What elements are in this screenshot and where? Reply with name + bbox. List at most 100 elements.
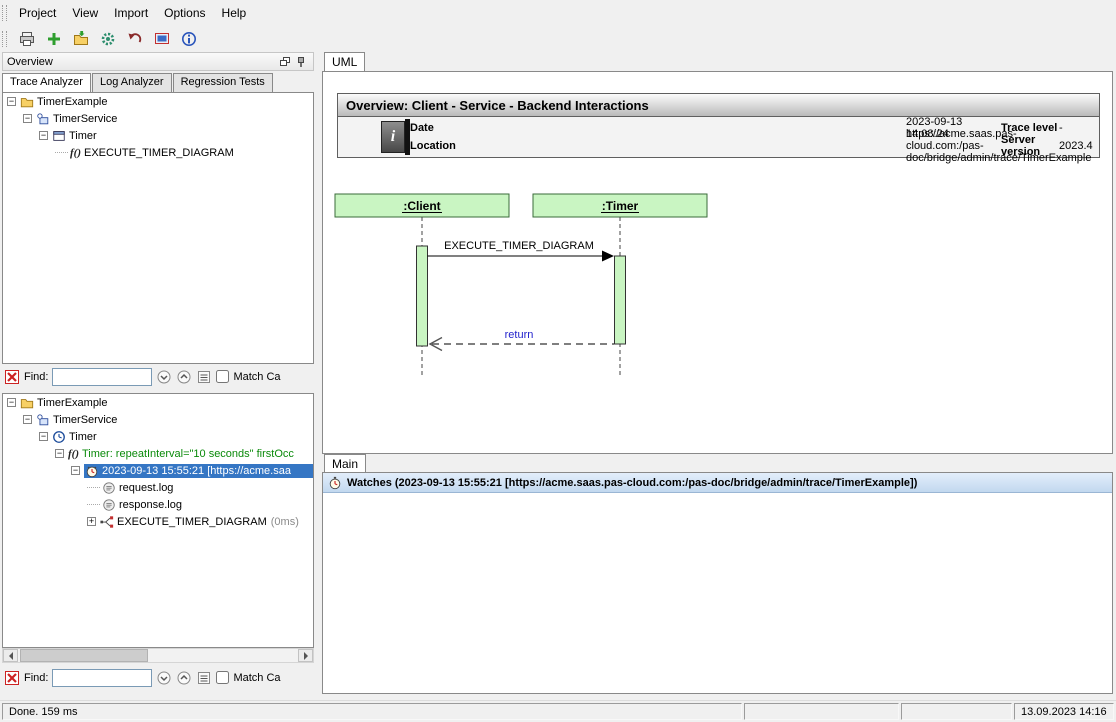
find-input[interactable]: [52, 669, 152, 687]
find-bar-1: Find: Match Ca: [2, 364, 314, 389]
find-next-button[interactable]: [156, 670, 172, 686]
tree-connector: [87, 504, 100, 505]
scrollbar-thumb[interactable]: [20, 649, 148, 662]
collapse-icon[interactable]: −: [55, 449, 64, 458]
tree-connector: [87, 487, 100, 488]
close-find-button[interactable]: [4, 670, 20, 686]
tree-item-timerservice[interactable]: − TimerService: [3, 110, 313, 127]
tree-item-timerexample[interactable]: − TimerExample: [3, 394, 313, 411]
tree-item-timerexample[interactable]: − TimerExample: [3, 93, 313, 110]
match-case-label: Match Ca: [233, 371, 280, 383]
chevron-down-circle-icon: [157, 671, 171, 685]
message-arrowhead: [602, 251, 614, 262]
collapse-icon[interactable]: −: [23, 114, 32, 123]
find-options-button[interactable]: [196, 369, 212, 385]
diagram-fork-icon: [100, 515, 114, 529]
tree-item-label: TimerService: [53, 113, 117, 125]
find-options-button[interactable]: [196, 670, 212, 686]
gear-icon: [100, 31, 116, 47]
export-view-button[interactable]: [150, 28, 173, 49]
find-prev-button[interactable]: [176, 670, 192, 686]
float-panel-button[interactable]: [277, 55, 293, 69]
service-tree[interactable]: − TimerExample − TimerService − Timer f(…: [2, 92, 314, 364]
tab-trace-analyzer[interactable]: Trace Analyzer: [2, 73, 91, 92]
status-cell-2: [744, 703, 899, 720]
watches-body[interactable]: [323, 494, 1112, 693]
close-find-button[interactable]: [4, 369, 20, 385]
tab-regression-tests[interactable]: Regression Tests: [173, 73, 273, 92]
horizontal-scrollbar[interactable]: [2, 648, 314, 663]
find-prev-button[interactable]: [176, 369, 192, 385]
dock-title: Overview: [7, 56, 277, 68]
find-next-button[interactable]: [156, 369, 172, 385]
tree-item-timer-trigger[interactable]: − f() Timer: repeatInterval="10 seconds"…: [3, 445, 313, 462]
screen-icon: [154, 31, 170, 47]
match-case-checkbox[interactable]: [216, 370, 229, 383]
collapse-icon[interactable]: −: [23, 415, 32, 424]
folder-icon: [20, 95, 34, 109]
tree-item-trace-timestamp[interactable]: − 2023-09-13 15:55:21 [https://acme.saa: [3, 462, 313, 479]
diagram-info-button[interactable]: i: [381, 121, 405, 153]
settings-button[interactable]: [96, 28, 119, 49]
activation-client[interactable]: [417, 246, 428, 346]
scroll-left-button[interactable]: [3, 649, 18, 662]
tree-item-timer[interactable]: − Timer: [3, 428, 313, 445]
status-message: Done. 159 ms: [9, 706, 77, 718]
watches-header: Watches (2023-09-13 15:55:21 [https://ac…: [323, 473, 1112, 493]
location-value: https://acme.saas.pas-cloud.com:/pas-doc…: [906, 128, 1001, 164]
sequence-diagram[interactable]: :Client :Timer EXECUTE_TIMER_DIAGRAM ret…: [333, 190, 733, 390]
collapse-icon[interactable]: −: [7, 398, 16, 407]
find-label: Find:: [24, 672, 48, 684]
collapse-icon[interactable]: −: [39, 131, 48, 140]
info-button[interactable]: [177, 28, 200, 49]
menu-view[interactable]: View: [64, 2, 106, 24]
tab-uml[interactable]: UML: [324, 52, 365, 71]
tree-item-timer[interactable]: − Timer: [3, 127, 313, 144]
add-button[interactable]: [42, 28, 65, 49]
match-case-checkbox[interactable]: [216, 671, 229, 684]
watches-title: Watches (2023-09-13 15:55:21 [https://ac…: [347, 477, 917, 489]
menu-project[interactable]: Project: [11, 2, 64, 24]
tab-log-analyzer[interactable]: Log Analyzer: [92, 73, 172, 92]
status-clock-cell: 13.09.2023 14:16: [1014, 703, 1114, 720]
tree-item-response-log[interactable]: response.log: [3, 496, 313, 513]
match-case-label: Match Ca: [233, 672, 280, 684]
pin-panel-button[interactable]: [293, 55, 309, 69]
expand-icon[interactable]: +: [87, 517, 96, 526]
find-input[interactable]: [52, 368, 152, 386]
selected-tree-item[interactable]: 2023-09-13 15:55:21 [https://acme.saa: [84, 464, 313, 478]
tree-item-execute-timer-diagram[interactable]: f() EXECUTE_TIMER_DIAGRAM: [3, 144, 313, 161]
tree-item-execute-timer-diagram[interactable]: + EXECUTE_TIMER_DIAGRAM (0ms): [3, 513, 313, 530]
undo-button[interactable]: [123, 28, 146, 49]
menu-import[interactable]: Import: [106, 2, 156, 24]
open-button[interactable]: [69, 28, 92, 49]
float-icon: [279, 56, 291, 68]
scrollbar-track[interactable]: [18, 649, 298, 662]
status-bar: Done. 159 ms 13.09.2023 14:16: [0, 700, 1116, 722]
activation-timer[interactable]: [615, 256, 626, 344]
tree-item-label: 2023-09-13 15:55:21 [https://acme.saa: [102, 465, 291, 477]
list-icon: [197, 370, 211, 384]
find-label: Find:: [24, 371, 48, 383]
tab-main[interactable]: Main: [324, 454, 366, 473]
trace-level-value: -: [1059, 122, 1099, 134]
collapse-icon[interactable]: −: [7, 97, 16, 106]
open-folder-icon: [73, 31, 89, 47]
tree-item-timerservice[interactable]: − TimerService: [3, 411, 313, 428]
chevron-up-circle-icon: [177, 671, 191, 685]
menu-options[interactable]: Options: [156, 2, 213, 24]
sequence-diagram-panel[interactable]: Overview: Client - Service - Backend Int…: [322, 71, 1113, 454]
collapse-icon[interactable]: −: [39, 432, 48, 441]
scroll-right-button[interactable]: [298, 649, 313, 662]
diagram-info-table: Date 2023-09-13 14:08:24 Trace level - i…: [337, 117, 1100, 158]
close-icon: [5, 370, 19, 384]
collapse-icon[interactable]: −: [71, 466, 80, 475]
tree-item-request-log[interactable]: request.log: [3, 479, 313, 496]
tree-item-label: request.log: [119, 482, 173, 494]
watches-panel[interactable]: Watches (2023-09-13 15:55:21 [https://ac…: [322, 472, 1113, 694]
menu-help[interactable]: Help: [214, 2, 255, 24]
print-button[interactable]: [15, 28, 38, 49]
trace-instance-tree[interactable]: − TimerExample − TimerService − Timer − …: [2, 393, 314, 648]
toolbar-grip[interactable]: [2, 31, 7, 47]
menubar-grip[interactable]: [2, 5, 7, 21]
